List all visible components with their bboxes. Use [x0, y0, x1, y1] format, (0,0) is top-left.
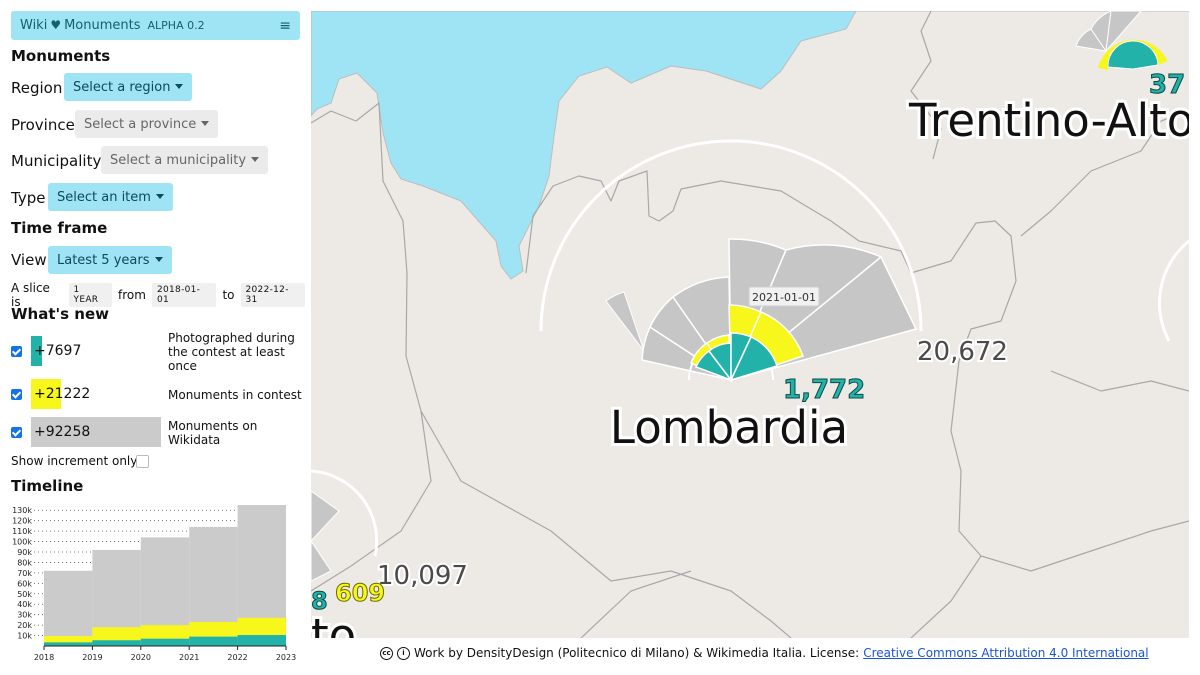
- wikidata-checkbox[interactable]: [11, 427, 22, 438]
- x-tick-label: 2022: [227, 653, 247, 662]
- from-label: from: [118, 288, 146, 302]
- veneto-name: to: [311, 609, 356, 638]
- y-tick-label: 100k: [12, 538, 32, 547]
- to-label: to: [222, 288, 235, 302]
- map[interactable]: 2021-01-01 20,672 1,772 Lombardia 37 Tre…: [311, 11, 1189, 638]
- municipality-label: Municipality: [11, 152, 102, 170]
- from-date-chip[interactable]: 2018-01-01: [151, 283, 217, 307]
- region-label: Region: [11, 79, 63, 97]
- x-tick-label: 2023: [276, 653, 296, 662]
- veneto-glyph[interactable]: 10,097 609 8 to: [311, 469, 470, 638]
- heart-icon: ♥: [50, 18, 62, 32]
- y-tick-label: 10k: [17, 632, 32, 641]
- show-increment-label: Show increment only: [11, 454, 138, 468]
- timeline-heading: Timeline: [11, 477, 84, 495]
- slice-unit-chip[interactable]: 1 YEAR: [68, 283, 113, 307]
- region-dropdown[interactable]: Select a region: [64, 73, 193, 101]
- timeframe-heading: Time frame: [11, 219, 108, 237]
- app-brand[interactable]: Wiki ♥ Monuments ALPHA 0.2: [20, 18, 205, 33]
- type-label: Type: [11, 189, 46, 207]
- caret-down-icon: [201, 120, 210, 126]
- y-tick-label: 50k: [17, 590, 32, 599]
- series-step-photographed: [92, 640, 141, 646]
- view-dropdown[interactable]: Latest 5 years: [48, 246, 172, 274]
- to-date-chip[interactable]: 2022-12-31: [240, 283, 305, 307]
- trentino-name: Trentino-Alto: [908, 94, 1189, 147]
- wikidata-value: +92258: [34, 424, 91, 440]
- photographed-desc: Photographed during the contest at least…: [168, 331, 295, 373]
- y-tick-label: 120k: [12, 517, 32, 526]
- app-name-left: Wiki: [20, 18, 48, 33]
- map-canvas[interactable]: 2021-01-01 20,672 1,772 Lombardia 37 Tre…: [311, 11, 1189, 638]
- series-step-photographed: [237, 635, 286, 646]
- trentino-glyph[interactable]: 37 Trentino-Alto: [905, 11, 1189, 150]
- tooltip-date: 2021-01-01: [752, 291, 816, 304]
- timeline-chart[interactable]: 130k 120k110k 100k90k80k 70k60k 50k40k 30k20k…: [0, 500, 311, 675]
- province-label: Province: [11, 116, 75, 134]
- y-tick-label: 130k: [12, 506, 32, 515]
- in-contest-desc: Monuments in contest: [168, 388, 302, 402]
- caret-down-icon: [155, 193, 164, 199]
- caret-down-icon: [175, 83, 184, 89]
- in-contest-checkbox[interactable]: [11, 389, 22, 400]
- series-step-photographed: [140, 638, 190, 646]
- x-tick-label: 2020: [131, 653, 151, 662]
- hamburger-menu-icon[interactable]: ≡: [279, 18, 291, 34]
- caret-down-icon: [251, 156, 260, 162]
- municipality-dropdown[interactable]: Select a municipality: [101, 146, 269, 174]
- y-tick-label: 110k: [12, 527, 32, 536]
- region-dropdown-value: Select a region: [73, 79, 171, 95]
- right-region-arc: [1157, 239, 1189, 342]
- show-increment-checkbox[interactable]: [136, 455, 149, 468]
- photographed-value: +7697: [34, 343, 82, 359]
- in-contest-value: +21222: [34, 386, 91, 402]
- app-version: ALPHA 0.2: [147, 19, 205, 32]
- type-dropdown-value: Select an item: [57, 189, 151, 205]
- whats-new-heading: What's new: [11, 305, 109, 323]
- lombardia-wikidata-count: 20,672: [917, 337, 1008, 367]
- province-dropdown-value: Select a province: [84, 116, 197, 132]
- municipality-dropdown-value: Select a municipality: [110, 152, 247, 168]
- lombardia-name: Lombardia: [610, 401, 848, 454]
- y-tick-label: 90k: [17, 548, 32, 557]
- x-tick-label: 2021: [179, 653, 199, 662]
- type-dropdown[interactable]: Select an item: [48, 183, 173, 211]
- y-tick-label: 30k: [17, 611, 32, 620]
- footer-text: Work by DensityDesign (Politecnico di Mi…: [414, 646, 860, 660]
- lombardia-glyph[interactable]: 2021-01-01 20,672 1,772 Lombardia: [539, 139, 1010, 457]
- app-header: Wiki ♥ Monuments ALPHA 0.2 ≡: [11, 11, 300, 40]
- series-step-wikidata: [44, 570, 93, 646]
- cc-icon: cc: [380, 646, 393, 660]
- y-tick-label: 40k: [17, 600, 32, 609]
- y-tick-label: 80k: [17, 558, 32, 567]
- x-tick-label: 2019: [82, 653, 102, 662]
- series-step-photographed: [44, 642, 93, 646]
- view-dropdown-value: Latest 5 years: [57, 252, 150, 268]
- photographed-checkbox[interactable]: [11, 346, 22, 357]
- series-step-photographed: [189, 636, 238, 646]
- y-tick-label: 70k: [17, 569, 32, 578]
- veneto-contest-count: 609: [335, 579, 385, 607]
- view-label: View: [11, 251, 47, 269]
- monuments-heading: Monuments: [11, 47, 111, 65]
- license-link[interactable]: Creative Commons Attribution 4.0 Interna…: [863, 646, 1148, 660]
- province-dropdown[interactable]: Select a province: [75, 110, 219, 138]
- caret-down-icon: [154, 256, 163, 262]
- y-tick-label: 60k: [17, 579, 32, 588]
- wikidata-desc: Monuments on Wikidata: [168, 419, 258, 447]
- y-tick-label: 20k: [17, 621, 32, 630]
- app-name-right: Monuments: [64, 18, 141, 33]
- x-tick-label: 2018: [34, 653, 54, 662]
- footer: cc i Work by DensityDesign (Politecnico …: [380, 646, 1149, 660]
- attribution-icon: i: [397, 646, 410, 660]
- sidebar: Wiki ♥ Monuments ALPHA 0.2 ≡ Monuments Reg…: [0, 0, 311, 675]
- veneto-wikidata-count: 10,097: [377, 561, 468, 591]
